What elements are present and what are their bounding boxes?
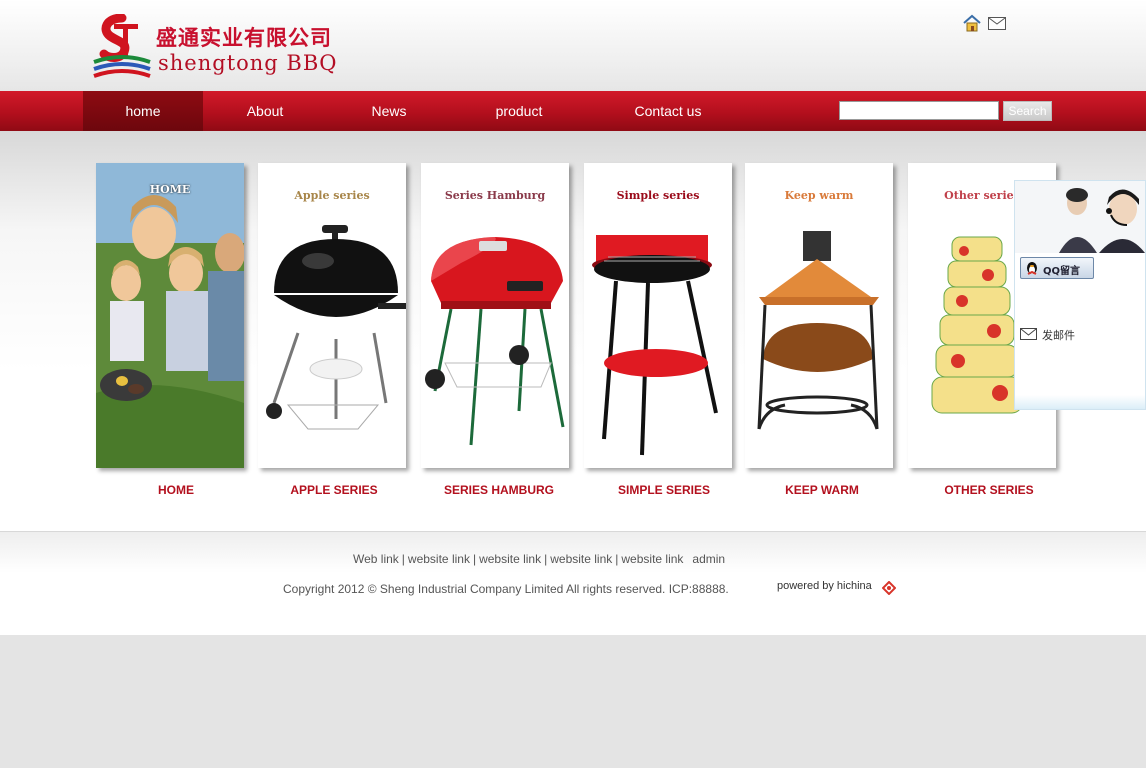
caption-series-hamburg[interactable]: SERIES HAMBURG xyxy=(419,483,579,497)
kettle-grill-image xyxy=(266,225,406,430)
nav-item-news[interactable]: News xyxy=(329,91,449,131)
nav-item-contact[interactable]: Contact us xyxy=(608,91,728,131)
panel-apple-series[interactable]: Apple series xyxy=(258,163,406,468)
hamburg-grill-image xyxy=(425,237,565,446)
home-icon[interactable] xyxy=(962,14,982,32)
header: 盛通实业有限公司 shengtong BBQ xyxy=(0,0,1146,91)
panel-title-home: HOME xyxy=(149,183,191,196)
caption-keep-warm[interactable]: KEEP WARM xyxy=(742,483,902,497)
main-nav: home About News product Contact us Searc… xyxy=(0,91,1146,131)
logo[interactable]: 盛通实业有限公司 shengtong BBQ xyxy=(92,14,342,84)
mail-icon[interactable] xyxy=(988,17,1006,30)
service-agents-photo xyxy=(1015,181,1145,253)
caption-simple-series[interactable]: SIMPLE SERIES xyxy=(584,483,744,497)
footer: Web link | website link | website link | websi… xyxy=(0,531,1146,635)
panel-keep-warm[interactable]: Keep warm xyxy=(745,163,893,468)
link-separator: | xyxy=(615,552,619,566)
panel-home[interactable]: HOME xyxy=(96,163,244,468)
footer-link-website[interactable]: website link xyxy=(408,552,470,566)
link-separator: | xyxy=(401,552,405,566)
qq-message-button[interactable]: QQ留言 xyxy=(1020,257,1094,279)
service-footer-wave xyxy=(1015,395,1145,409)
logo-mark-icon xyxy=(93,14,151,78)
caption-apple-series[interactable]: APPLE SERIES xyxy=(254,483,414,497)
qq-message-label: QQ留言 xyxy=(1043,266,1081,277)
company-name-cn: 盛通实业有限公司 xyxy=(156,26,332,50)
panel-simple-series[interactable]: Simple series xyxy=(584,163,732,468)
envelope-icon xyxy=(1020,328,1037,340)
caption-other-series[interactable]: OTHER SERIES xyxy=(909,483,1069,497)
company-name-en: shengtong BBQ xyxy=(158,51,338,75)
admin-link[interactable]: admin xyxy=(692,552,725,566)
top-icons xyxy=(962,14,1012,34)
footer-link-web[interactable]: Web link xyxy=(353,552,399,566)
search-button[interactable]: Search xyxy=(1003,101,1052,121)
send-email-label: 发邮件 xyxy=(1042,329,1075,342)
family-photo xyxy=(96,163,244,468)
panel-series-hamburg[interactable]: Series Hamburg xyxy=(421,163,569,468)
patio-heater-image xyxy=(757,231,879,430)
powered-by-link[interactable]: powered by hichina xyxy=(777,580,872,592)
nav-item-product[interactable]: product xyxy=(459,91,579,131)
caption-home[interactable]: HOME xyxy=(96,483,256,497)
link-separator: | xyxy=(472,552,477,566)
product-gallery: HOME Apple series Series Hamburg Simple … xyxy=(0,131,1146,531)
link-separator: | xyxy=(544,552,548,566)
copyright-text: Copyright 2012 © Sheng Industrial Compan… xyxy=(283,582,729,596)
hichina-logo-icon xyxy=(882,581,896,595)
footer-link-website[interactable]: website link xyxy=(550,552,612,566)
nav-item-home[interactable]: home xyxy=(83,91,203,131)
customer-service-widget: QQ留言 发邮件 xyxy=(1014,180,1146,410)
footer-link-website[interactable]: website link xyxy=(621,552,683,566)
qq-penguin-icon xyxy=(1027,262,1037,275)
search-input[interactable] xyxy=(839,101,999,120)
nav-item-about[interactable]: About xyxy=(205,91,325,131)
simple-grill-image xyxy=(592,235,718,456)
footer-links: Web link | website link | website link | websi… xyxy=(353,552,725,566)
footer-link-website[interactable]: website link xyxy=(479,552,541,566)
